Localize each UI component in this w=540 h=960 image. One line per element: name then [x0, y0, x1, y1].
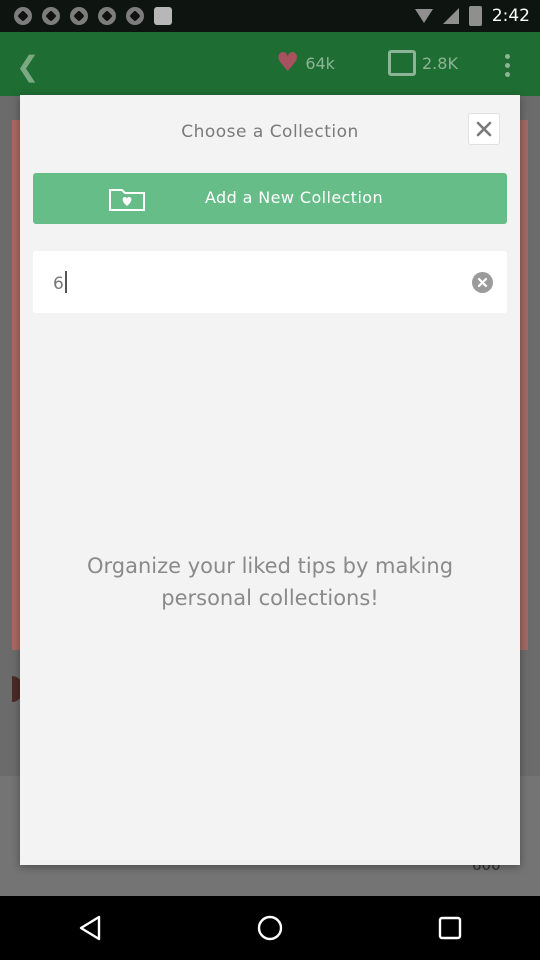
- background-photo: [520, 120, 528, 650]
- status-time: 2:42: [491, 6, 530, 26]
- app-bar: ❮ ♥ 64k 2.8K: [0, 32, 540, 96]
- dialog-title: Choose a Collection: [181, 122, 359, 142]
- soccer-ball-icon: [70, 7, 88, 25]
- add-new-collection-label: Add a New Collection: [204, 188, 384, 207]
- likes-count: 64k: [305, 53, 335, 73]
- sa-app-icon: [154, 7, 172, 25]
- system-nav-bar: [0, 896, 540, 960]
- wifi-icon: [414, 9, 433, 23]
- nav-back-button[interactable]: [60, 908, 120, 948]
- nav-home-button[interactable]: [240, 908, 300, 948]
- background-photo: [12, 120, 20, 650]
- cell-signal-icon: [442, 8, 459, 24]
- clear-input-button[interactable]: [472, 272, 493, 293]
- close-dialog-button[interactable]: [468, 113, 500, 145]
- status-bar: 2:42: [0, 0, 540, 32]
- collection-name-input[interactable]: 6: [33, 251, 507, 313]
- add-new-collection-button[interactable]: Add a New Collection: [33, 173, 507, 224]
- battery-icon: [468, 6, 482, 26]
- more-options-icon[interactable]: [505, 54, 510, 77]
- share-icon: [388, 50, 416, 76]
- close-icon: [476, 121, 492, 137]
- clear-icon: [477, 277, 488, 288]
- text-cursor: [64, 271, 67, 293]
- share-button[interactable]: 2.8K: [388, 50, 458, 76]
- soccer-ball-icon: [98, 7, 116, 25]
- notification-icons: [14, 7, 172, 25]
- back-triangle-icon: [79, 915, 101, 941]
- collection-name-value: 6: [53, 274, 64, 294]
- nav-recents-button[interactable]: [420, 908, 480, 948]
- heart-icon: ♥: [276, 48, 300, 78]
- choose-collection-dialog: Choose a Collection Add a New Collection…: [20, 95, 520, 865]
- recents-square-icon: [438, 916, 462, 940]
- soccer-ball-icon: [14, 7, 32, 25]
- like-button[interactable]: ♥ 64k: [276, 50, 335, 76]
- empty-collections-message: Organize your liked tips by making perso…: [86, 554, 454, 610]
- soccer-ball-icon: [42, 7, 60, 25]
- home-circle-icon: [257, 915, 283, 941]
- shares-count: 2.8K: [422, 53, 458, 73]
- back-arrow-icon[interactable]: ❮: [16, 50, 39, 83]
- soccer-ball-icon: [126, 7, 144, 25]
